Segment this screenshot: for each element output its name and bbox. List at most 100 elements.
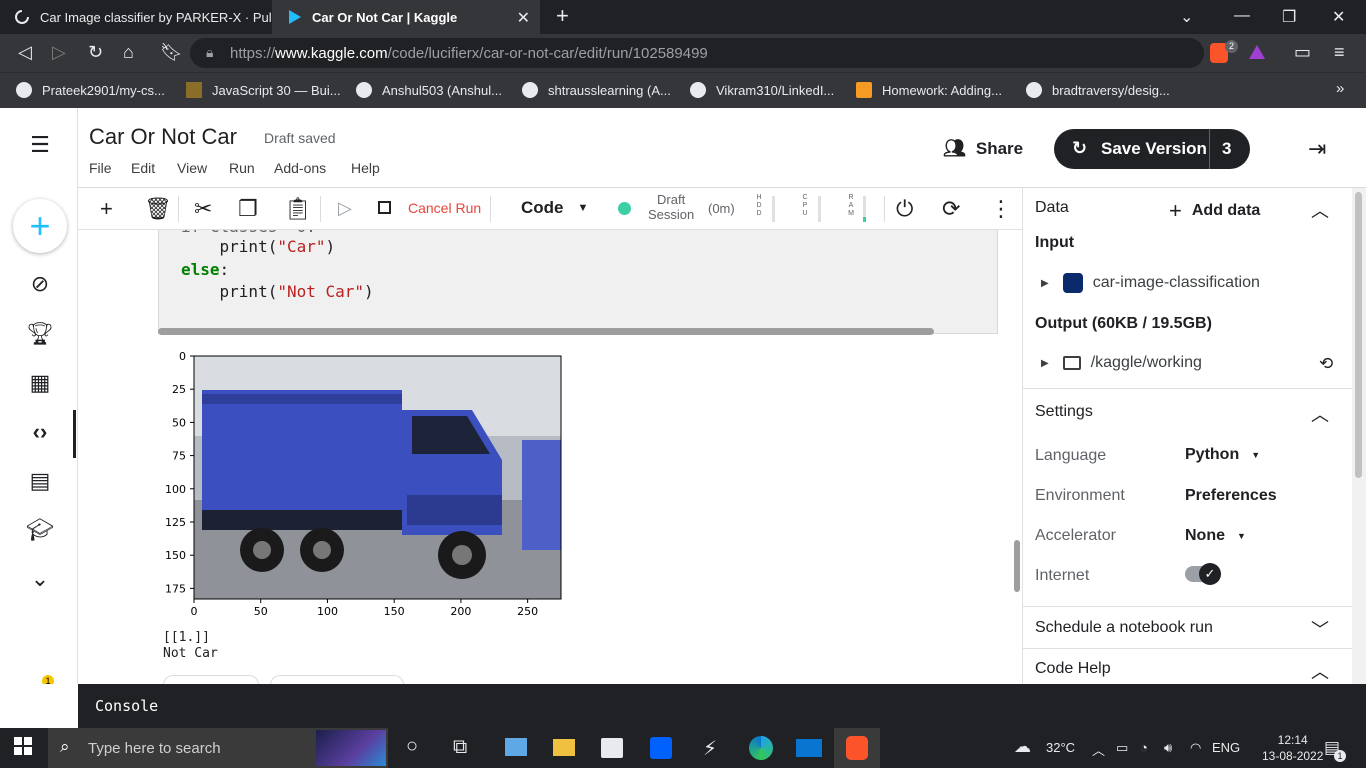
input-dataset-item[interactable]: ▶ car-image-classification [1041, 273, 1260, 293]
stop-icon[interactable] [378, 201, 391, 214]
input-language[interactable]: ENG [1212, 740, 1240, 755]
close-window-icon[interactable]: ✕ [1332, 7, 1345, 27]
chevron-down-icon[interactable]: ﹀ [1311, 616, 1329, 642]
mail-icon[interactable] [796, 739, 822, 757]
new-tab-icon[interactable]: + [556, 3, 569, 29]
bookmark-item[interactable]: Prateek2901/my-cs... [16, 82, 165, 98]
menu-run[interactable]: Run [229, 160, 255, 176]
compass-icon[interactable]: ⊘ [22, 266, 58, 302]
network-icon[interactable]: ◔ [1140, 740, 1148, 755]
share-button[interactable]: 👥︎ Share [943, 138, 1023, 159]
bookmark-item[interactable]: Homework: Adding... [856, 82, 1002, 98]
vscode-like-icon[interactable]: ⚡︎ [703, 736, 717, 761]
volume-icon[interactable]: 🔊︎ [1164, 740, 1172, 756]
home-icon[interactable]: ⌂ [123, 42, 134, 63]
address-bar[interactable]: 🔒︎ https://www.kaggle.com/code/lucifierx… [190, 38, 1204, 68]
output-folder-item[interactable]: ▶ /kaggle/working [1041, 354, 1202, 372]
create-plus-icon[interactable]: + [13, 199, 67, 253]
brave-taskbar-item[interactable] [834, 728, 880, 768]
back-icon[interactable]: ◁ [18, 42, 32, 63]
chevron-up-icon[interactable]: ︿ [1311, 658, 1329, 684]
dropbox-icon[interactable] [650, 737, 672, 759]
code-cell[interactable]: if classes==0: print("Car") else: print(… [158, 230, 998, 334]
chevron-up-icon[interactable]: ︿ [1311, 197, 1329, 223]
clock[interactable]: 12:14 13-08-2022 [1262, 732, 1323, 764]
close-tab-icon[interactable]: ✕ [517, 8, 530, 28]
wifi-icon[interactable]: ◠ [1190, 740, 1201, 756]
brave-rewards-icon[interactable] [1248, 44, 1266, 65]
minimize-icon[interactable]: — [1234, 7, 1250, 25]
store-icon[interactable] [601, 738, 623, 758]
internet-toggle[interactable]: ✓ [1185, 563, 1221, 585]
cancel-run-button[interactable]: Cancel Run [408, 200, 481, 216]
reload-icon[interactable]: ↻ [88, 42, 103, 63]
temperature[interactable]: 32°C [1046, 740, 1075, 755]
save-version-button[interactable]: ↻ Save Version 3 [1054, 129, 1250, 169]
chevron-up-icon[interactable]: ︿ [1311, 401, 1329, 427]
battery-icon[interactable]: ▭ [1116, 740, 1128, 756]
hamburger-menu-icon[interactable]: ☰ [22, 127, 58, 163]
bookmark-item[interactable]: shtrausslearning (A... [522, 82, 671, 98]
run-icon[interactable]: ▷ [338, 198, 352, 219]
notebook-scrollbar[interactable] [1014, 540, 1020, 592]
taskbar-search-input[interactable]: ⌕ Type here to search [48, 728, 388, 768]
wallet-icon[interactable]: ▭ [1294, 42, 1311, 63]
cut-icon[interactable]: ✂ [194, 196, 212, 222]
weather-icon[interactable]: ☁︎ [1014, 737, 1031, 757]
menu-addons[interactable]: Add-ons [274, 160, 326, 176]
delete-icon[interactable]: 🗑︎ [144, 196, 172, 222]
tab-search-icon[interactable]: ⌄ [1180, 7, 1193, 27]
session-label[interactable]: Draft Session [648, 192, 694, 222]
code-help-section[interactable]: Code Help [1035, 660, 1111, 678]
table-icon[interactable]: ▦ [22, 365, 58, 401]
copy-icon[interactable]: ❐ [238, 196, 258, 222]
paste-icon[interactable]: 📋︎ [284, 196, 312, 222]
add-markdown-button[interactable] [270, 675, 404, 684]
collapse-panel-icon[interactable]: ⇥ [1308, 136, 1326, 162]
menu-edit[interactable]: Edit [131, 160, 155, 176]
tab-car-image-classifier[interactable]: Car Image classifier by PARKER-X · Pul [0, 0, 272, 34]
pc-icon[interactable] [505, 738, 527, 756]
edge-icon[interactable] [749, 736, 773, 760]
discussion-icon[interactable]: ▤ [22, 463, 58, 499]
file-explorer-icon[interactable] [553, 739, 575, 756]
accelerator-select[interactable]: None ▼ [1185, 527, 1246, 545]
add-data-button[interactable]: + Add data [1169, 198, 1260, 224]
more-bookmarks-icon[interactable]: » [1336, 80, 1344, 97]
language-select[interactable]: Python ▼ [1185, 446, 1260, 464]
chevron-down-icon[interactable]: ⌄ [22, 561, 58, 597]
bookmark-item[interactable]: bradtraversy/desig... [1026, 82, 1170, 98]
cell-type-select[interactable]: Code ▼ [521, 198, 588, 218]
tray-chevron-icon[interactable]: ︿ [1092, 740, 1105, 759]
restart-icon[interactable]: ⟳ [942, 196, 960, 222]
version-count[interactable]: 3 [1222, 139, 1231, 159]
trophy-icon[interactable]: 🏆︎ [22, 316, 58, 352]
learn-icon[interactable]: 🎓︎ [22, 512, 58, 548]
bookmark-item[interactable]: Anshul503 (Anshul... [356, 82, 502, 98]
bookmark-item[interactable]: Vikram310/LinkedI... [690, 82, 834, 98]
forward-icon[interactable]: ▷ [52, 42, 66, 63]
menu-file[interactable]: File [89, 160, 112, 176]
menu-view[interactable]: View [177, 160, 207, 176]
right-panel-scrollbar[interactable] [1352, 188, 1366, 684]
bookmark-item[interactable]: JavaScript 30 — Bui... [186, 82, 341, 98]
schedule-run-section[interactable]: Schedule a notebook run [1035, 619, 1213, 637]
add-code-button[interactable] [163, 675, 259, 684]
windows-start-icon[interactable] [14, 737, 32, 761]
cortana-icon[interactable]: ○ [406, 735, 418, 758]
notebook-title[interactable]: Car Or Not Car [89, 124, 237, 150]
task-view-icon[interactable]: ⧉ [453, 736, 467, 759]
more-options-icon[interactable]: ⋮ [990, 196, 1012, 222]
refresh-icon[interactable]: ⟲ [1319, 354, 1333, 374]
environment-value[interactable]: Preferences [1185, 487, 1277, 505]
menu-help[interactable]: Help [351, 160, 380, 176]
browser-menu-icon[interactable]: ≡ [1334, 42, 1345, 63]
code-icon[interactable]: ‹› [22, 414, 58, 450]
tab-car-or-not-car[interactable]: Car Or Not Car | Kaggle ✕ [272, 0, 540, 34]
restore-icon[interactable]: ❐ [1282, 7, 1296, 27]
power-icon[interactable]: ⏻ [896, 196, 913, 222]
horizontal-scrollbar[interactable] [158, 328, 934, 335]
console-bar[interactable]: Console [78, 684, 1366, 728]
bookmark-icon[interactable]: 🔖︎ [160, 42, 183, 63]
add-cell-icon[interactable]: + [100, 196, 113, 222]
